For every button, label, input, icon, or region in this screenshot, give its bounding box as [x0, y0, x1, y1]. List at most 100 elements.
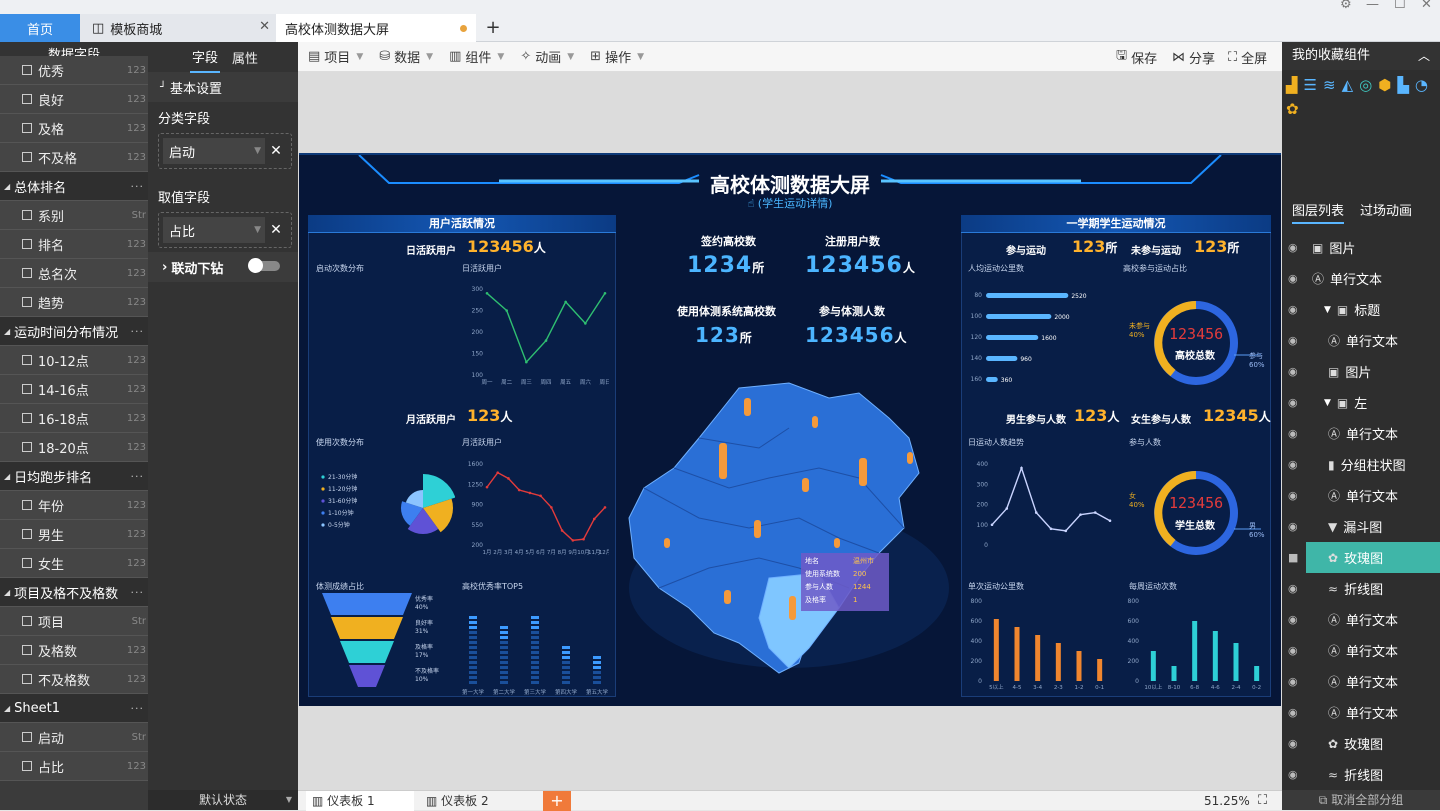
- checkbox-icon[interactable]: [22, 645, 32, 655]
- layer-row[interactable]: ✿ 玫瑰图: [1306, 542, 1440, 573]
- layer-item[interactable]: ◉ ▼ ▣ 标题: [1282, 294, 1440, 325]
- layer-row[interactable]: ▣ 图片: [1306, 232, 1440, 263]
- more-icon[interactable]: ···: [131, 586, 145, 599]
- eye-icon[interactable]: ◉: [1288, 520, 1298, 533]
- checkbox-icon[interactable]: [22, 500, 32, 510]
- checkbox-icon[interactable]: [22, 616, 32, 626]
- field-item[interactable]: 趋势 123: [0, 288, 148, 317]
- tab-home[interactable]: 首页: [0, 14, 80, 42]
- basic-settings-header[interactable]: ┘ 基本设置: [148, 72, 298, 102]
- layer-item[interactable]: ◉ Ⓐ 单行文本: [1282, 480, 1440, 511]
- layer-item[interactable]: ◉ Ⓐ 单行文本: [1282, 697, 1440, 728]
- eye-icon[interactable]: ■: [1288, 551, 1298, 564]
- layer-row[interactable]: Ⓐ 单行文本: [1306, 604, 1440, 635]
- layer-row[interactable]: Ⓐ 单行文本: [1306, 418, 1440, 449]
- eye-icon[interactable]: ◉: [1288, 582, 1298, 595]
- eye-icon[interactable]: ◉: [1288, 396, 1298, 409]
- layer-item[interactable]: ◉ Ⓐ 单行文本: [1282, 666, 1440, 697]
- checkbox-icon[interactable]: [22, 210, 32, 220]
- tab-template-store[interactable]: ◫ 模板商城 ✕: [80, 14, 276, 42]
- line-chart-fav-icon[interactable]: ≋: [1323, 76, 1336, 94]
- operation-menu[interactable]: ⊞ 操作 ▼: [590, 47, 644, 66]
- eye-icon[interactable]: ◉: [1288, 768, 1298, 781]
- value-field-dropzone[interactable]: 占比 ▼ ✕: [158, 212, 292, 248]
- checkbox-icon[interactable]: [22, 529, 32, 539]
- checkbox-icon[interactable]: [22, 384, 32, 394]
- layer-row[interactable]: ▼ ▣ 左: [1306, 387, 1440, 418]
- checkbox-icon[interactable]: [22, 268, 32, 278]
- field-group[interactable]: ◢ 运动时间分布情况 ···: [0, 317, 148, 346]
- layer-row[interactable]: ✿ 玫瑰图: [1306, 728, 1440, 759]
- checkbox-icon[interactable]: [22, 94, 32, 104]
- close-window-icon[interactable]: ✕: [1421, 0, 1432, 12]
- hbar-chart-fav-icon[interactable]: ☰: [1304, 76, 1317, 94]
- eye-icon[interactable]: ◉: [1288, 737, 1298, 750]
- layer-item[interactable]: ◉ ≈ 折线图: [1282, 759, 1440, 790]
- layer-row[interactable]: ≈ 折线图: [1306, 759, 1440, 790]
- layer-item[interactable]: ◉ Ⓐ 单行文本: [1282, 325, 1440, 356]
- minimize-icon[interactable]: —: [1366, 0, 1379, 12]
- project-menu[interactable]: ▤ 项目 ▼: [308, 47, 363, 66]
- category-field-select[interactable]: 启动 ▼: [163, 138, 265, 164]
- field-group[interactable]: ◢ 日均跑步排名 ···: [0, 462, 148, 491]
- default-state-select[interactable]: 默认状态 ▼: [148, 790, 298, 810]
- layer-row[interactable]: Ⓐ 单行文本: [1306, 325, 1440, 356]
- component-menu[interactable]: ▥ 组件 ▼: [449, 47, 504, 66]
- cancel-group-button[interactable]: ⧉ 取消全部分组: [1282, 790, 1440, 810]
- checkbox-icon[interactable]: [22, 558, 32, 568]
- bar-chart-fav-icon[interactable]: ▟: [1286, 76, 1298, 94]
- hex-chart-fav-icon[interactable]: ⬢: [1378, 76, 1391, 94]
- category-field-dropzone[interactable]: 启动 ▼ ✕: [158, 133, 292, 169]
- eye-icon[interactable]: ◉: [1288, 613, 1298, 626]
- layer-row[interactable]: ▼ ▣ 标题: [1306, 294, 1440, 325]
- field-item[interactable]: 及格 123: [0, 114, 148, 143]
- layer-row[interactable]: Ⓐ 单行文本: [1306, 263, 1440, 294]
- layer-item[interactable]: ◉ Ⓐ 单行文本: [1282, 604, 1440, 635]
- field-item[interactable]: 良好 123: [0, 85, 148, 114]
- layer-row[interactable]: ▣ 图片: [1306, 356, 1440, 387]
- animation-menu[interactable]: ✧ 动画 ▼: [520, 47, 574, 66]
- layer-item[interactable]: ◉ Ⓐ 单行文本: [1282, 635, 1440, 666]
- eye-icon[interactable]: ◉: [1288, 334, 1298, 347]
- field-item[interactable]: 18-20点 123: [0, 433, 148, 462]
- field-item[interactable]: 14-16点 123: [0, 375, 148, 404]
- rose-chart-fav-icon[interactable]: ✿: [1286, 100, 1299, 118]
- checkbox-icon[interactable]: [22, 123, 32, 133]
- province-map[interactable]: [619, 378, 959, 688]
- eye-icon[interactable]: ◉: [1288, 272, 1298, 285]
- layer-row[interactable]: Ⓐ 单行文本: [1306, 666, 1440, 697]
- add-board-button[interactable]: +: [543, 791, 571, 811]
- eye-icon[interactable]: ◉: [1288, 241, 1298, 254]
- field-group[interactable]: ◢ Sheet1 ···: [0, 694, 148, 723]
- checkbox-icon[interactable]: [22, 355, 32, 365]
- more-icon[interactable]: ···: [131, 702, 145, 715]
- field-group[interactable]: ◢ 总体排名 ···: [0, 172, 148, 201]
- column-chart-fav-icon[interactable]: ▙: [1397, 76, 1409, 94]
- ring-chart-fav-icon[interactable]: ◎: [1359, 76, 1372, 94]
- layer-item[interactable]: ◉ Ⓐ 单行文本: [1282, 418, 1440, 449]
- maximize-icon[interactable]: ☐: [1394, 0, 1406, 12]
- eye-icon[interactable]: ◉: [1288, 303, 1298, 316]
- eye-icon[interactable]: ◉: [1288, 644, 1298, 657]
- board-tab-1[interactable]: ▥ 仪表板 1: [306, 791, 414, 811]
- checkbox-icon[interactable]: [22, 239, 32, 249]
- gauge-chart-fav-icon[interactable]: ◔: [1415, 76, 1428, 94]
- fullscreen-button[interactable]: ⛶ 全屏: [1228, 42, 1267, 72]
- close-icon[interactable]: ✕: [259, 19, 270, 34]
- field-item[interactable]: 排名 123: [0, 230, 148, 259]
- field-item[interactable]: 及格数 123: [0, 636, 148, 665]
- layer-row[interactable]: ▮ 分组柱状图: [1306, 449, 1440, 480]
- checkbox-icon[interactable]: [22, 152, 32, 162]
- fit-screen-icon[interactable]: ⛶: [1258, 791, 1267, 811]
- board-tab-2[interactable]: ▥ 仪表板 2: [426, 791, 534, 811]
- eye-icon[interactable]: ◉: [1288, 365, 1298, 378]
- more-icon[interactable]: ···: [131, 470, 145, 483]
- eye-icon[interactable]: ◉: [1288, 489, 1298, 502]
- checkbox-icon[interactable]: [22, 732, 32, 742]
- checkbox-icon[interactable]: [22, 442, 32, 452]
- field-item[interactable]: 优秀 123: [0, 56, 148, 85]
- layer-item[interactable]: ◉ ▼ 漏斗图: [1282, 511, 1440, 542]
- remove-icon[interactable]: ✕: [265, 143, 287, 159]
- field-item[interactable]: 总名次 123: [0, 259, 148, 288]
- drill-down-toggle[interactable]: [248, 258, 280, 273]
